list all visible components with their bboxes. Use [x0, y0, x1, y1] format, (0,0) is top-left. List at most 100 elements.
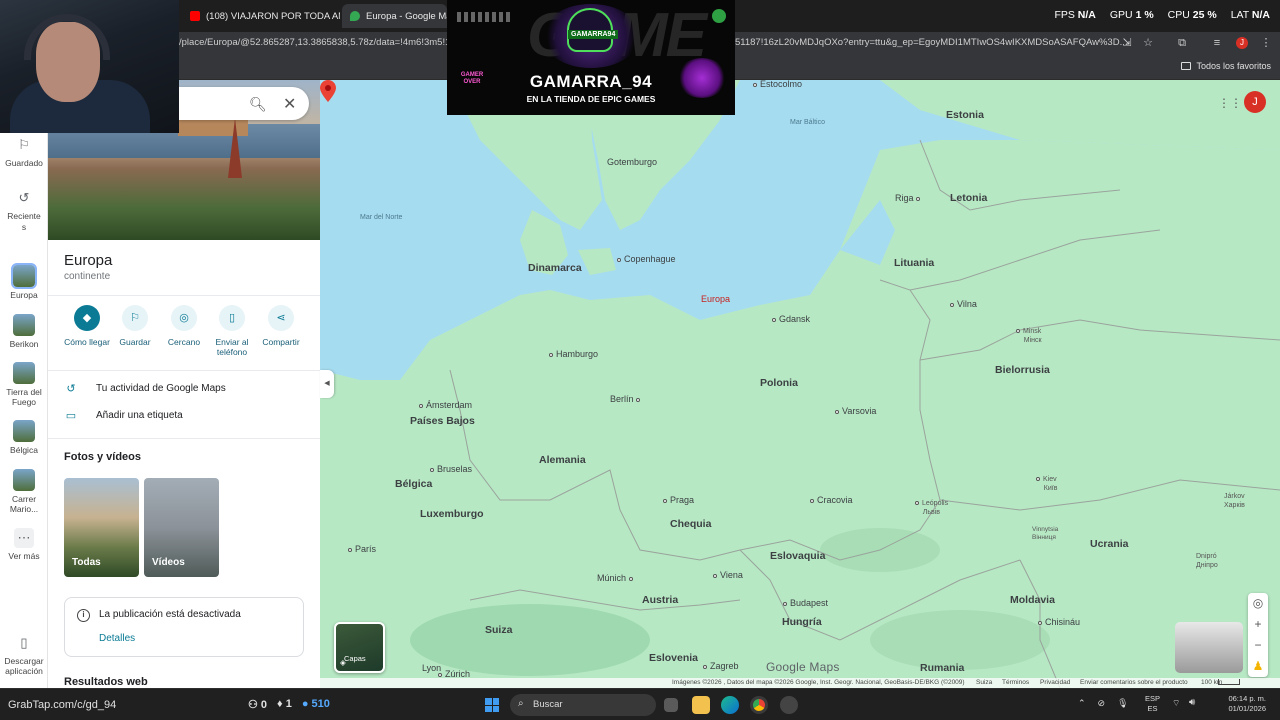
country-label[interactable]: Letonia: [950, 192, 987, 204]
country-label[interactable]: Bielorrusia: [995, 364, 1050, 376]
tab-youtube[interactable]: (108) VIAJARON POR TODA AM ✕: [182, 4, 340, 28]
city-label[interactable]: Budapest: [783, 598, 828, 608]
rail-item-download-app[interactable]: ▯ Descargar aplicación: [0, 633, 48, 676]
city-label[interactable]: Vinnytsia Вінниця: [1032, 526, 1058, 542]
microphone-icon[interactable]: 🎙︎: [1117, 698, 1128, 709]
city-label[interactable]: Zagreb: [703, 661, 739, 671]
rail-item-recents[interactable]: ↺ Recientes: [0, 188, 48, 233]
city-label[interactable]: Praga: [663, 495, 694, 505]
country-label[interactable]: Dinamarca: [528, 262, 582, 274]
rail-item-saved[interactable]: ⚐ Guardado: [0, 135, 48, 168]
city-label[interactable]: Copenhague: [617, 254, 676, 264]
location-pin-icon[interactable]: [320, 80, 336, 102]
country-label[interactable]: Países Bajos: [410, 415, 475, 427]
url-text-left[interactable]: /place/Europa/@52.865287,13.3865838,5.78…: [179, 37, 455, 48]
menu-icon[interactable]: ⋮: [1259, 36, 1273, 50]
zoom-in-button[interactable]: +: [1248, 614, 1268, 635]
all-favorites-button[interactable]: Todos los favoritos: [1181, 61, 1271, 71]
attribution-country[interactable]: Suiza: [976, 679, 992, 686]
close-icon[interactable]: ✕: [283, 94, 296, 114]
country-label[interactable]: Polonia: [760, 377, 798, 389]
file-explorer-icon[interactable]: [692, 696, 710, 714]
tab-google-maps[interactable]: Europa - Google Maps: [342, 4, 447, 28]
country-label[interactable]: Moldavia: [1010, 594, 1055, 606]
city-label[interactable]: Ámsterdam: [419, 400, 472, 410]
rail-item-tierra-del-fuego[interactable]: Tierra del Fuego: [0, 362, 48, 407]
settings-icon[interactable]: [780, 696, 798, 714]
chrome-icon[interactable]: [750, 696, 768, 714]
city-label[interactable]: Estocolmo: [753, 80, 802, 89]
task-view-icon[interactable]: [664, 698, 678, 712]
network-icon[interactable]: ⊘: [1098, 698, 1106, 709]
media-icon[interactable]: ≡: [1210, 36, 1224, 50]
country-label[interactable]: Austria: [642, 594, 678, 606]
city-label[interactable]: Minsk Мінск: [1016, 327, 1042, 345]
rail-item-carrer-mario[interactable]: Carrer Mario...: [0, 469, 48, 514]
country-label[interactable]: Suiza: [485, 624, 512, 636]
extensions-icon[interactable]: ⧉: [1175, 36, 1189, 50]
city-label[interactable]: Leópolis Львів: [915, 499, 948, 517]
search-icon[interactable]: 🔍︎: [249, 96, 267, 113]
city-label[interactable]: Vilna: [950, 299, 977, 309]
apps-grid-icon[interactable]: ⋮⋮: [1218, 97, 1242, 109]
city-label[interactable]: Gdansk: [772, 314, 810, 324]
taskbar-search[interactable]: ⌕ Buscar: [510, 694, 656, 716]
edge-icon[interactable]: [721, 696, 739, 714]
profile-avatar[interactable]: J: [1236, 37, 1248, 49]
country-label[interactable]: Eslovaquia: [770, 550, 825, 562]
language-indicator[interactable]: ESP ES: [1145, 694, 1160, 714]
share-button[interactable]: ⋖ Compartir: [253, 305, 309, 347]
city-label[interactable]: Cracovia: [810, 495, 853, 505]
pegman-icon[interactable]: ♟: [1248, 656, 1268, 677]
windows-start-icon[interactable]: [485, 698, 499, 712]
photo-all[interactable]: Todas: [64, 478, 139, 577]
taskbar-clock[interactable]: 06:14 p. m. 01/01/2026: [1208, 694, 1266, 714]
country-label[interactable]: Hungría: [782, 616, 822, 628]
city-label[interactable]: Hamburgo: [549, 349, 598, 359]
city-label[interactable]: Lyon: [422, 663, 441, 673]
country-label[interactable]: Bélgica: [395, 478, 432, 490]
country-label[interactable]: Chequia: [670, 518, 711, 530]
collapse-panel-button[interactable]: ◀: [320, 370, 334, 398]
send-to-phone-button[interactable]: ▯ Enviar al teléfono: [204, 305, 260, 357]
search-box[interactable]: 🔍︎ ✕: [179, 87, 309, 120]
volume-icon[interactable]: 🔊︎: [1189, 697, 1195, 708]
my-location-icon[interactable]: ◎: [1248, 593, 1268, 614]
user-avatar[interactable]: J: [1244, 91, 1266, 113]
url-text-right[interactable]: 51187!16zL20vMDJqOXo?entry=ttu&g_ep=Egoy…: [735, 37, 1128, 48]
chevron-up-icon[interactable]: ⌃: [1078, 698, 1086, 709]
wifi-icon[interactable]: ⌔: [1172, 698, 1180, 709]
star-icon[interactable]: ☆: [1141, 36, 1155, 50]
street-view-preview[interactable]: [1175, 622, 1243, 673]
city-label[interactable]: Kiev Київ: [1036, 475, 1057, 493]
rail-item-europa[interactable]: Europa: [0, 263, 48, 300]
country-label[interactable]: Lituania: [894, 257, 934, 269]
city-label[interactable]: Riga: [895, 193, 923, 203]
city-label[interactable]: Bruselas: [430, 464, 472, 474]
city-label[interactable]: Gotemburgo: [607, 157, 657, 167]
map-canvas[interactable]: ⋮⋮ J Mar Báltico Mar del Norte Estonia L…: [320, 80, 1280, 688]
zoom-out-button[interactable]: −: [1248, 635, 1268, 656]
rail-item-belgica[interactable]: Bélgica: [0, 420, 48, 455]
country-label[interactable]: Estonia: [946, 109, 984, 121]
rail-item-more[interactable]: ⋯ Ver más: [0, 528, 48, 561]
city-label[interactable]: Chisináu: [1038, 617, 1080, 627]
city-label[interactable]: Viena: [713, 570, 743, 580]
terms-link[interactable]: Términos: [1002, 679, 1029, 686]
rail-item-berikon[interactable]: Berikon: [0, 314, 48, 349]
details-link[interactable]: Detalles: [99, 633, 135, 644]
install-app-icon[interactable]: ⇲: [1120, 36, 1134, 50]
city-label[interactable]: Varsovia: [835, 406, 876, 416]
pin-label[interactable]: Europa: [701, 294, 730, 304]
layers-button[interactable]: ◈ Capas: [334, 622, 385, 673]
save-button[interactable]: ⚐ Guardar: [107, 305, 163, 347]
city-label[interactable]: Járkov Харків: [1224, 492, 1245, 510]
city-label[interactable]: Múnich: [597, 573, 636, 583]
city-label[interactable]: Dnipró Дніпро: [1196, 552, 1218, 570]
city-label[interactable]: París: [348, 544, 376, 554]
photo-videos[interactable]: Vídeos: [144, 478, 219, 577]
city-label[interactable]: Berlín: [610, 394, 643, 404]
feedback-link[interactable]: Enviar comentarios sobre el producto: [1080, 679, 1188, 686]
country-label[interactable]: Rumania: [920, 662, 964, 674]
country-label[interactable]: Eslovenia: [649, 652, 698, 664]
